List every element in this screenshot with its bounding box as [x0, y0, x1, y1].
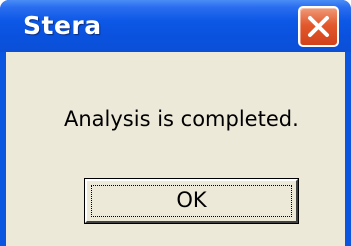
message-dialog: Stera Analysis is completed. OK [0, 0, 351, 246]
title-bar[interactable]: Stera [0, 0, 351, 52]
ok-button[interactable]: OK [84, 178, 299, 224]
close-button[interactable] [298, 6, 339, 47]
close-icon [308, 16, 329, 37]
window-title: Stera [23, 11, 102, 40]
ok-button-label: OK [176, 188, 207, 212]
dialog-message: Analysis is completed. [64, 107, 299, 131]
dialog-body: Analysis is completed. OK [6, 52, 345, 246]
